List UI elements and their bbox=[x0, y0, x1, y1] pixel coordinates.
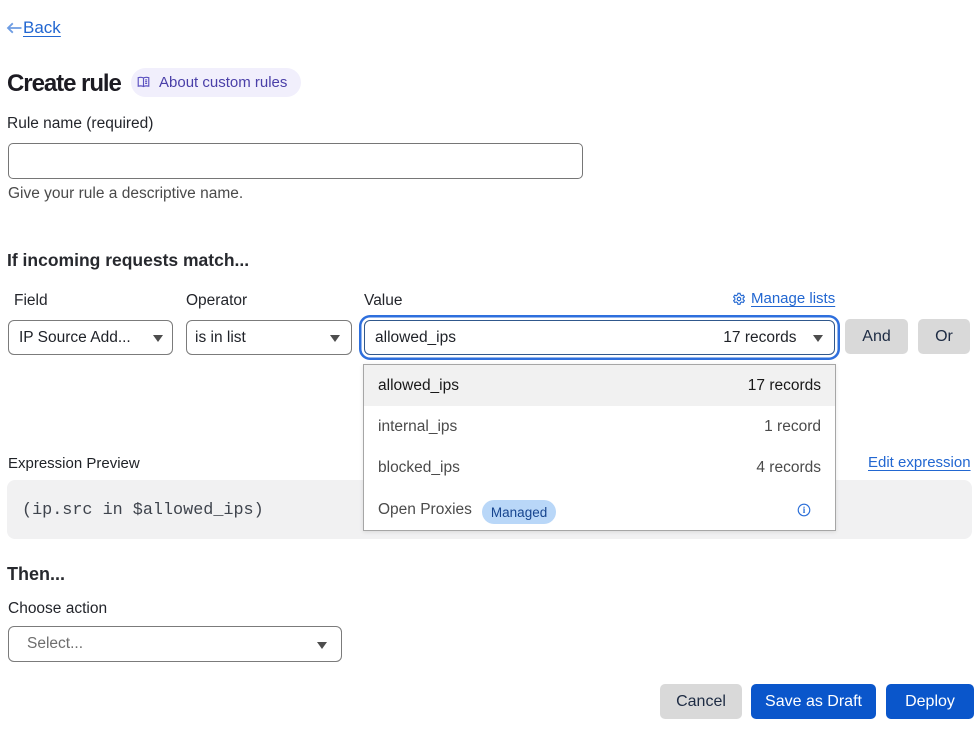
svg-text:i: i bbox=[802, 505, 805, 515]
